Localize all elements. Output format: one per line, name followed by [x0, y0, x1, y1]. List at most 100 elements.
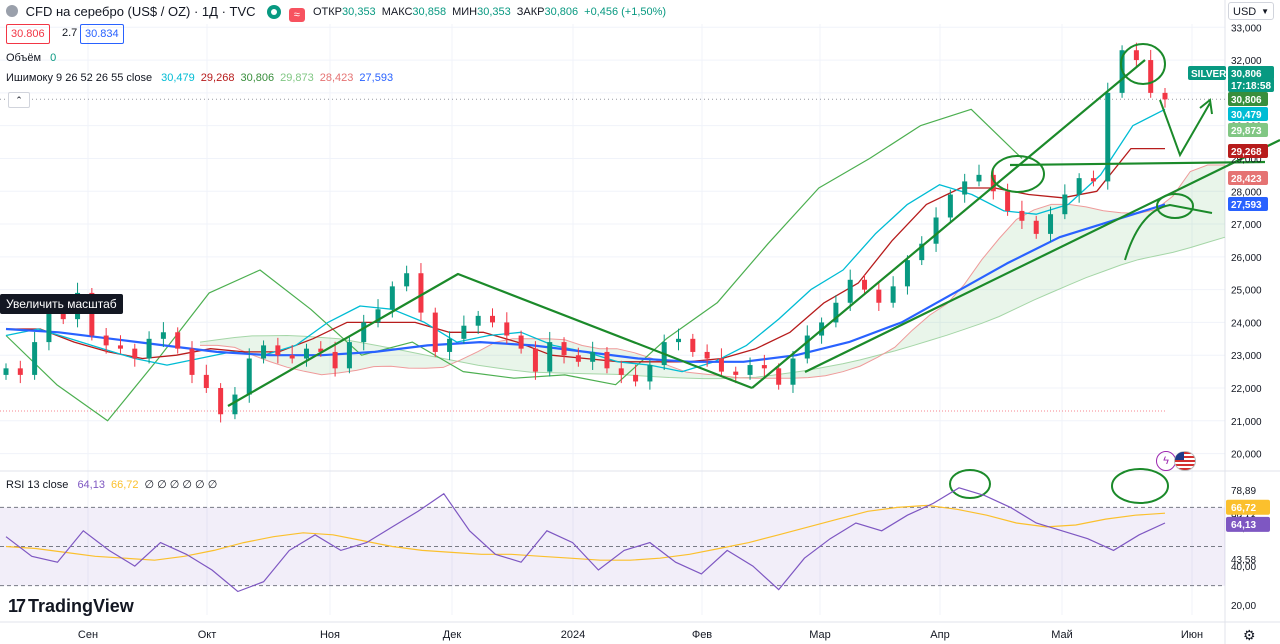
- rsi-value: ∅ ∅ ∅ ∅ ∅ ∅: [144, 479, 218, 491]
- candle-body: [862, 279, 868, 290]
- candle-body: [17, 368, 23, 375]
- ohlc-values: ОТКР30,353 МАКС30,858 МИН30,353 ЗАКР30,806 +…: [313, 6, 672, 18]
- candle-body: [232, 394, 238, 415]
- candle-body: [189, 348, 195, 375]
- candle-body: [389, 286, 395, 310]
- candle-body: [32, 342, 38, 375]
- candle-body: [289, 355, 295, 359]
- price-tag-text: 17:18:58: [1231, 81, 1271, 92]
- candle-body: [275, 345, 281, 356]
- y-tick-label: 21,000: [1231, 417, 1262, 428]
- x-tick-label: Май: [1051, 629, 1073, 641]
- price-tag-text: 30,479: [1231, 110, 1262, 121]
- x-tick-label: 2024: [561, 629, 585, 641]
- ohlc-value: 30,858: [412, 6, 447, 18]
- candle-body: [1090, 178, 1096, 182]
- ichimoku-legend[interactable]: Ишимоку 9 26 52 26 55 close 30,479 29,268…: [6, 72, 393, 84]
- y-tick-label: 33,000: [1231, 23, 1262, 34]
- rsi-value: 64,13: [77, 479, 105, 491]
- volume-legend[interactable]: Объём 0: [6, 52, 56, 64]
- volume-label: Объём: [6, 52, 42, 64]
- candle-body: [1062, 194, 1068, 215]
- candle-body: [1005, 191, 1011, 211]
- candle-body: [561, 342, 567, 356]
- bid-price[interactable]: 30.806: [6, 24, 50, 44]
- candle-body: [933, 217, 939, 244]
- ohlc-value: 30,353: [477, 6, 511, 18]
- x-tick-label: Ноя: [320, 629, 340, 641]
- rsi-tick-label: 78,89: [1231, 486, 1256, 497]
- rsi-legend[interactable]: RSI 13 close 64,13 66,72 ∅ ∅ ∅ ∅ ∅ ∅: [6, 478, 217, 491]
- spread-value: 2.7: [62, 27, 78, 39]
- candle-body: [175, 332, 181, 349]
- candle-body: [475, 315, 481, 326]
- ichimoku-label: Ишимоку 9 26 52 26 55 close: [6, 72, 153, 84]
- price-tag-text: 29,873: [1231, 126, 1262, 137]
- candle-body: [1133, 50, 1139, 61]
- symbol-name[interactable]: CFD на серебро (US$ / OZ) · 1Д · TVC: [26, 4, 256, 19]
- candle-body: [117, 345, 123, 349]
- candle-body: [690, 338, 696, 352]
- rsi-value: 66,72: [110, 479, 139, 491]
- chikou-span-line: [5, 108, 1023, 422]
- candle-body: [947, 194, 953, 218]
- candle-body: [547, 342, 553, 372]
- ohlc-key: ОТКР: [313, 6, 343, 18]
- tradingview-logo[interactable]: 17 TradingView: [8, 596, 134, 617]
- candle-body: [303, 348, 309, 359]
- y-tick-label: 23,000: [1231, 351, 1262, 362]
- candle-body: [346, 342, 352, 369]
- chevron-down-icon: ▼: [1261, 7, 1269, 16]
- candle-body: [489, 315, 495, 323]
- candle-body: [647, 365, 653, 382]
- circle-drawing: [949, 469, 991, 499]
- candle-body: [618, 368, 624, 375]
- currency-selector[interactable]: USD ▼: [1228, 2, 1274, 20]
- candle-body: [904, 260, 910, 287]
- rsi-value-tag-text: 66,72: [1231, 503, 1256, 514]
- candle-body: [733, 371, 739, 375]
- candle-body: [761, 365, 767, 369]
- chart-title: CFD на серебро (US$ / OZ) · 1Д · TVC ≈: [6, 4, 305, 22]
- x-tick-label: Сен: [78, 629, 98, 641]
- market-open-icon[interactable]: [267, 5, 282, 19]
- tenkan-sen-line: [5, 108, 1166, 373]
- ichimoku-value: 28,423: [319, 72, 354, 84]
- settings-gear-icon[interactable]: ⚙: [1243, 627, 1256, 644]
- candle-body: [1019, 210, 1025, 221]
- us-flag-icon[interactable]: [1174, 451, 1196, 471]
- ask-price[interactable]: 30.834: [80, 24, 124, 44]
- candle-body: [676, 338, 682, 343]
- x-tick-label: Мар: [809, 629, 831, 641]
- candle-body: [447, 338, 453, 352]
- candle-body: [132, 348, 138, 359]
- price-tag-text: 29,268: [1231, 147, 1262, 158]
- candle-body: [976, 174, 982, 182]
- candle-body: [3, 368, 9, 375]
- candle-body: [361, 322, 367, 343]
- candle-body: [718, 358, 724, 372]
- candle-body: [604, 351, 610, 369]
- ichimoku-value: 29,268: [200, 72, 235, 84]
- collapse-legend-button[interactable]: ⌃: [8, 92, 30, 108]
- rsi-tick-label: 20,00: [1231, 601, 1256, 612]
- ohlc-value: 30,353: [342, 6, 376, 18]
- zoom-tooltip: Увеличить масштаб: [0, 294, 123, 314]
- candle-body: [776, 368, 782, 385]
- candle-body: [704, 351, 710, 359]
- candle-body: [1148, 60, 1154, 93]
- candle-body: [1033, 220, 1039, 234]
- x-tick-label: Апр: [930, 629, 949, 641]
- ichimoku-value: 29,873: [280, 72, 314, 84]
- candle-body: [747, 365, 753, 375]
- candle-body: [1076, 178, 1082, 195]
- x-tick-label: Дек: [443, 629, 462, 641]
- wave-icon[interactable]: ≈: [288, 8, 305, 22]
- circle-drawing: [991, 155, 1045, 193]
- candle-body: [418, 273, 424, 313]
- lightning-icon[interactable]: ϟ: [1156, 451, 1176, 471]
- price-tag-text: 27,593: [1231, 200, 1262, 211]
- ichimoku-value: 27,593: [359, 72, 394, 84]
- price-chart[interactable]: 33,00032,00031,00030,00029,00028,00027,0…: [0, 0, 1280, 644]
- price-tag-text: 30,806: [1231, 95, 1262, 106]
